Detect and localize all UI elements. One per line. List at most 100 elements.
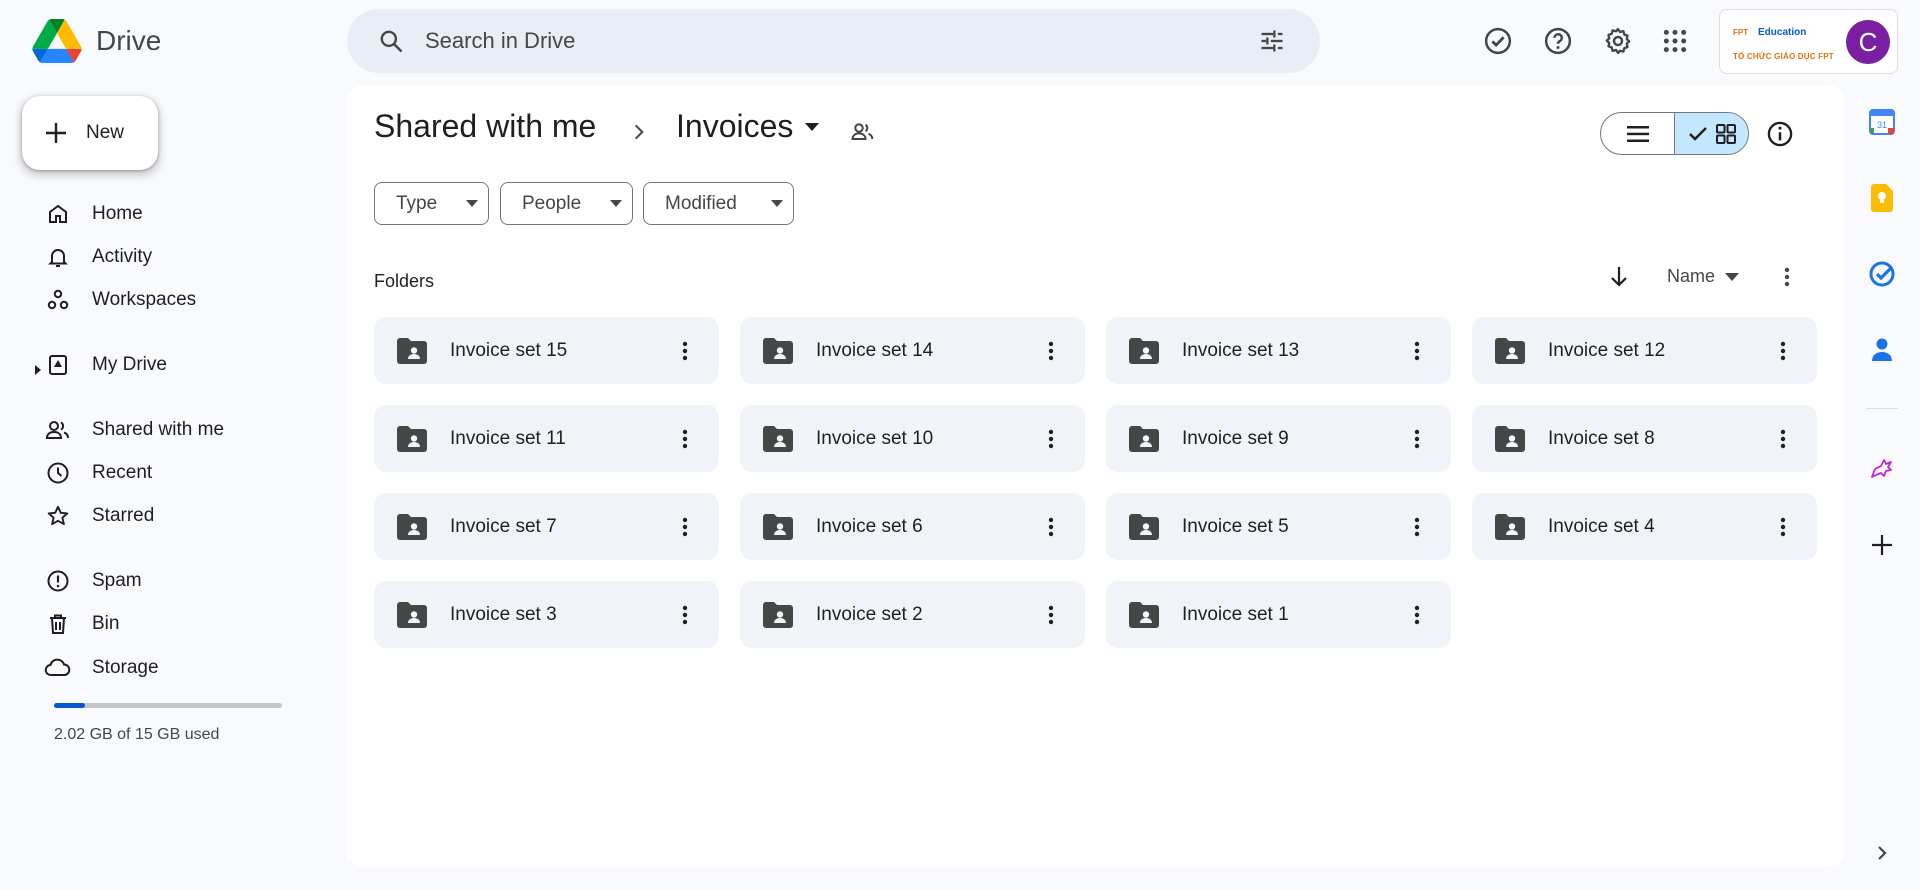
nav-item-home[interactable]: Home — [34, 194, 334, 234]
plus-icon — [46, 123, 66, 143]
shared-people-icon[interactable] — [850, 120, 876, 144]
star-icon — [34, 496, 82, 536]
drive-logo[interactable]: Drive — [32, 17, 161, 65]
caret-down-icon — [1725, 272, 1740, 281]
avatar[interactable]: C — [1846, 20, 1890, 64]
org-logo: FPT — [1733, 28, 1749, 37]
nav-item-workspaces[interactable]: Workspaces — [34, 280, 334, 320]
folder-name: Invoice set 14 — [816, 339, 934, 361]
more-options-icon[interactable] — [673, 595, 697, 635]
nav-label: Spam — [92, 570, 142, 591]
folder-name: Invoice set 2 — [816, 603, 923, 625]
storage-bar-fill — [54, 703, 85, 708]
bell-icon — [34, 237, 82, 277]
folder-card[interactable]: Invoice set 10 — [740, 405, 1085, 472]
sort-label: Name — [1667, 266, 1716, 286]
list-view-button[interactable] — [1601, 113, 1674, 154]
nav-item-activity[interactable]: Activity — [34, 237, 334, 277]
folder-card[interactable]: Invoice set 3 — [374, 581, 719, 648]
nav-item-my-drive[interactable]: My Drive — [34, 345, 334, 385]
help-icon[interactable] — [1535, 18, 1581, 64]
folder-card[interactable]: Invoice set 7 — [374, 493, 719, 560]
nav-item-recent[interactable]: Recent — [34, 453, 334, 493]
more-options-icon[interactable] — [1405, 331, 1429, 371]
more-options-icon[interactable] — [1405, 595, 1429, 635]
add-addon-icon[interactable] — [1868, 531, 1896, 559]
sort-direction-icon[interactable] — [1604, 262, 1634, 292]
nav-item-storage[interactable]: Storage — [34, 648, 334, 688]
type-filter[interactable]: Type — [374, 182, 489, 225]
folder-card[interactable]: Invoice set 11 — [374, 405, 719, 472]
folder-card[interactable]: Invoice set 13 — [1106, 317, 1451, 384]
folder-name: Invoice set 15 — [450, 339, 568, 361]
nav-item-bin[interactable]: Bin — [34, 604, 334, 644]
folder-card[interactable]: Invoice set 6 — [740, 493, 1085, 560]
keep-icon[interactable] — [1868, 184, 1896, 212]
more-options-icon[interactable] — [1405, 507, 1429, 547]
storage-bar — [54, 703, 282, 708]
folder-name: Invoice set 4 — [1548, 515, 1655, 537]
settings-icon[interactable] — [1595, 18, 1641, 64]
apps-grid-icon[interactable] — [1652, 18, 1698, 64]
ready-for-offline-icon[interactable] — [1475, 18, 1521, 64]
modified-filter-label: Modified — [665, 192, 737, 214]
nav-label: Recent — [92, 462, 153, 483]
breadcrumb-current-label: Invoices — [676, 108, 794, 144]
more-options-icon[interactable] — [1772, 262, 1802, 292]
search-input[interactable]: Search in Drive — [425, 28, 1248, 54]
folder-card[interactable]: Invoice set 5 — [1106, 493, 1451, 560]
folder-card[interactable]: Invoice set 4 — [1472, 493, 1817, 560]
more-options-icon[interactable] — [1771, 507, 1795, 547]
folder-card[interactable]: Invoice set 2 — [740, 581, 1085, 648]
more-options-icon[interactable] — [673, 507, 697, 547]
folder-card[interactable]: Invoice set 8 — [1472, 405, 1817, 472]
shared-folder-icon — [1128, 599, 1160, 631]
folder-card[interactable]: Invoice set 9 — [1106, 405, 1451, 472]
view-toggle[interactable] — [1600, 112, 1749, 155]
nav-label: Workspaces — [92, 289, 197, 310]
home-icon — [34, 194, 82, 234]
shared-folder-icon — [1494, 335, 1526, 367]
folder-card[interactable]: Invoice set 1 — [1106, 581, 1451, 648]
new-button[interactable]: New — [22, 96, 158, 170]
nav-label: Bin — [92, 613, 120, 634]
more-options-icon[interactable] — [1039, 595, 1063, 635]
more-options-icon[interactable] — [1039, 507, 1063, 547]
info-icon[interactable] — [1766, 120, 1794, 148]
nav-item-shared-with-me[interactable]: Shared with me — [34, 410, 334, 450]
nav-item-starred[interactable]: Starred — [34, 496, 334, 536]
search-bar[interactable]: Search in Drive — [347, 9, 1320, 73]
more-options-icon[interactable] — [1771, 419, 1795, 459]
expand-side-panel-icon[interactable] — [1868, 839, 1896, 867]
nav-item-spam[interactable]: Spam — [34, 561, 334, 601]
people-filter[interactable]: People — [500, 182, 633, 225]
storage-usage-text: 2.02 GB of 15 GB used — [54, 726, 220, 743]
search-options-icon[interactable] — [1248, 17, 1296, 65]
breadcrumb-parent-label: Shared with me — [374, 108, 597, 144]
more-options-icon[interactable] — [1039, 419, 1063, 459]
grid-view-button[interactable] — [1674, 113, 1748, 154]
cloud-icon — [34, 648, 82, 688]
breadcrumb-current[interactable]: Invoices — [676, 108, 820, 145]
folder-card[interactable]: Invoice set 12 — [1472, 317, 1817, 384]
more-options-icon[interactable] — [673, 331, 697, 371]
more-options-icon[interactable] — [1039, 331, 1063, 371]
folder-card[interactable]: Invoice set 15 — [374, 317, 719, 384]
folder-card[interactable]: Invoice set 14 — [740, 317, 1085, 384]
more-options-icon[interactable] — [1405, 419, 1429, 459]
sort-by-name-button[interactable]: Name — [1667, 266, 1740, 287]
calendar-icon[interactable]: 31 — [1868, 108, 1896, 136]
more-options-icon[interactable] — [1771, 331, 1795, 371]
contacts-icon[interactable] — [1868, 336, 1896, 364]
breadcrumb-parent[interactable]: Shared with me — [374, 108, 596, 145]
modified-filter[interactable]: Modified — [643, 182, 794, 225]
clock-icon — [34, 453, 82, 493]
tasks-icon[interactable] — [1868, 260, 1896, 288]
more-options-icon[interactable] — [673, 419, 697, 459]
grid-icon — [1715, 123, 1736, 144]
add-on-unicorn-icon[interactable] — [1868, 455, 1896, 483]
search-icon[interactable] — [367, 17, 415, 65]
people-icon — [34, 410, 82, 450]
new-button-label: New — [86, 122, 125, 143]
folder-name: Invoice set 7 — [450, 515, 557, 537]
